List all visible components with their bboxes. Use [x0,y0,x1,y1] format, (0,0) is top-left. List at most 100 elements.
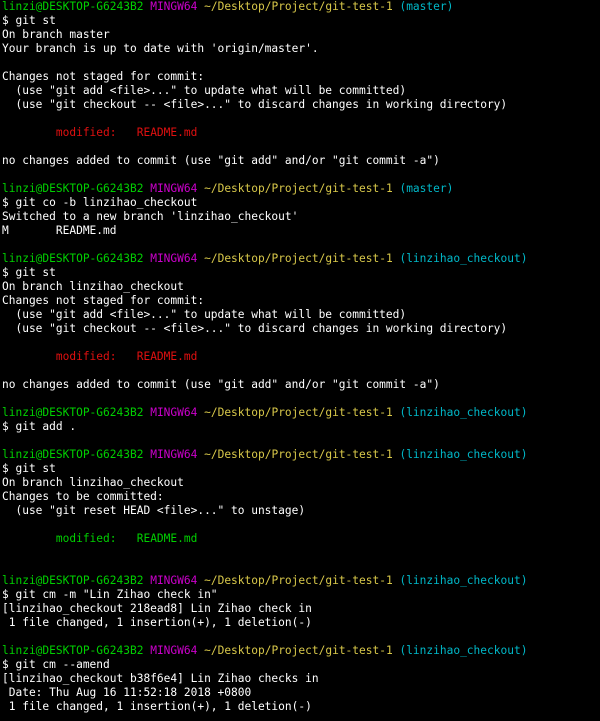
output-line: Your branch is up to date with 'origin/m… [2,42,600,56]
prompt-branch: (linzihao_checkout) [399,574,528,587]
output-line: [linzihao_checkout b38f6e4] Lin Zihao ch… [2,672,600,686]
output-line: (use "git add <file>..." to update what … [2,84,600,98]
command-line: $ git st [2,266,600,280]
output-line: Changes not staged for commit: [2,294,600,308]
prompt-user-host: linzi@DESKTOP-G6243B2 [2,644,144,657]
prompt-line: linzi@DESKTOP-G6243B2 MINGW64 ~/Desktop/… [2,448,600,462]
prompt-shell: MINGW64 [150,182,198,195]
command-text: $ git add . [2,420,77,433]
command-text: $ git cm -m "Lin Zihao check in" [2,588,218,601]
command-text: $ git st [2,462,56,475]
command-line: $ git st [2,14,600,28]
modified-file-line: modified: README.md [2,350,600,364]
staged-label: modified: [2,532,137,545]
output-line: Switched to a new branch 'linzihao_check… [2,210,600,224]
prompt-path: ~/Desktop/Project/git-test-1 [204,252,393,265]
command-text: $ git st [2,266,56,279]
prompt-line: linzi@DESKTOP-G6243B2 MINGW64 ~/Desktop/… [2,0,600,14]
prompt-user-host: linzi@DESKTOP-G6243B2 [2,448,144,461]
output-text: Switched to a new branch 'linzihao_check… [2,210,299,223]
modified-file-line: modified: README.md [2,126,600,140]
prompt-user-host: linzi@DESKTOP-G6243B2 [2,406,144,419]
output-line: 1 file changed, 1 insertion(+), 1 deleti… [2,700,600,714]
command-text: $ git cm --amend [2,658,110,671]
prompt-shell: MINGW64 [150,574,198,587]
modified-label: modified: [2,350,137,363]
output-text: (use "git checkout -- <file>..." to disc… [2,98,508,111]
output-line: Date: Thu Aug 16 11:52:18 2018 +0800 [2,686,600,700]
prompt-line: linzi@DESKTOP-G6243B2 MINGW64 ~/Desktop/… [2,644,600,658]
prompt-line: linzi@DESKTOP-G6243B2 MINGW64 ~/Desktop/… [2,574,600,588]
prompt-branch: (master) [399,0,454,13]
prompt-user-host: linzi@DESKTOP-G6243B2 [2,0,144,13]
output-text: Your branch is up to date with 'origin/m… [2,42,319,55]
output-text: (use "git checkout -- <file>..." to disc… [2,322,508,335]
prompt-line: linzi@DESKTOP-G6243B2 MINGW64 ~/Desktop/… [2,252,600,266]
output-text: On branch master [2,28,110,41]
prompt-path: ~/Desktop/Project/git-test-1 [204,406,393,419]
command-line: $ git co -b linzihao_checkout [2,196,600,210]
staged-file: README.md [136,532,198,545]
prompt-shell: MINGW64 [150,0,198,13]
output-text: (use "git add <file>..." to update what … [2,308,407,321]
output-line: Changes to be committed: [2,490,600,504]
output-line: no changes added to commit (use "git add… [2,154,600,168]
prompt-line: linzi@DESKTOP-G6243B2 MINGW64 ~/Desktop/… [2,182,600,196]
prompt-path: ~/Desktop/Project/git-test-1 [204,448,393,461]
output-text: On branch linzihao_checkout [2,476,184,489]
command-line: $ git cm --amend [2,658,600,672]
output-line: On branch master [2,28,600,42]
output-text: Date: Thu Aug 16 11:52:18 2018 +0800 [2,686,252,699]
modified-label: modified: [2,126,137,139]
output-line: (use "git reset HEAD <file>..." to unsta… [2,504,600,518]
output-text: 1 file changed, 1 insertion(+), 1 deleti… [2,616,312,629]
output-line: 1 file changed, 1 insertion(+), 1 deleti… [2,616,600,630]
output-line: On branch linzihao_checkout [2,280,600,294]
output-text: Changes not staged for commit: [2,294,205,307]
output-text: no changes added to commit (use "git add… [2,378,440,391]
prompt-branch: (linzihao_checkout) [399,644,528,657]
prompt-branch: (linzihao_checkout) [399,406,528,419]
output-text: no changes added to commit (use "git add… [2,154,440,167]
modified-file: README.md [136,350,198,363]
prompt-branch: (linzihao_checkout) [399,448,528,461]
command-line: $ git cm -m "Lin Zihao check in" [2,588,600,602]
staged-file-line: modified: README.md [2,532,600,546]
prompt-shell: MINGW64 [150,406,198,419]
command-text: $ git st [2,14,56,27]
output-line: (use "git checkout -- <file>..." to disc… [2,98,600,112]
prompt-user-host: linzi@DESKTOP-G6243B2 [2,252,144,265]
output-text: On branch linzihao_checkout [2,280,184,293]
output-line: [linzihao_checkout 218ead8] Lin Zihao ch… [2,602,600,616]
output-text: (use "git add <file>..." to update what … [2,84,407,97]
prompt-path: ~/Desktop/Project/git-test-1 [204,574,393,587]
output-line: no changes added to commit (use "git add… [2,378,600,392]
prompt-path: ~/Desktop/Project/git-test-1 [204,182,393,195]
prompt-shell: MINGW64 [150,644,198,657]
output-text: Changes to be committed: [2,490,164,503]
prompt-user-host: linzi@DESKTOP-G6243B2 [2,574,144,587]
modified-file: README.md [136,126,198,139]
output-line: On branch linzihao_checkout [2,476,600,490]
output-text: (use "git reset HEAD <file>..." to unsta… [2,504,306,517]
prompt-path: ~/Desktop/Project/git-test-1 [204,0,393,13]
output-line: (use "git add <file>..." to update what … [2,308,600,322]
output-text: [linzihao_checkout 218ead8] Lin Zihao ch… [2,602,312,615]
output-line: M README.md [2,224,600,238]
command-text: $ git co -b linzihao_checkout [2,196,198,209]
command-line: $ git add . [2,420,600,434]
prompt-shell: MINGW64 [150,448,198,461]
terminal-output[interactable]: linzi@DESKTOP-G6243B2 MINGW64 ~/Desktop/… [2,0,600,714]
